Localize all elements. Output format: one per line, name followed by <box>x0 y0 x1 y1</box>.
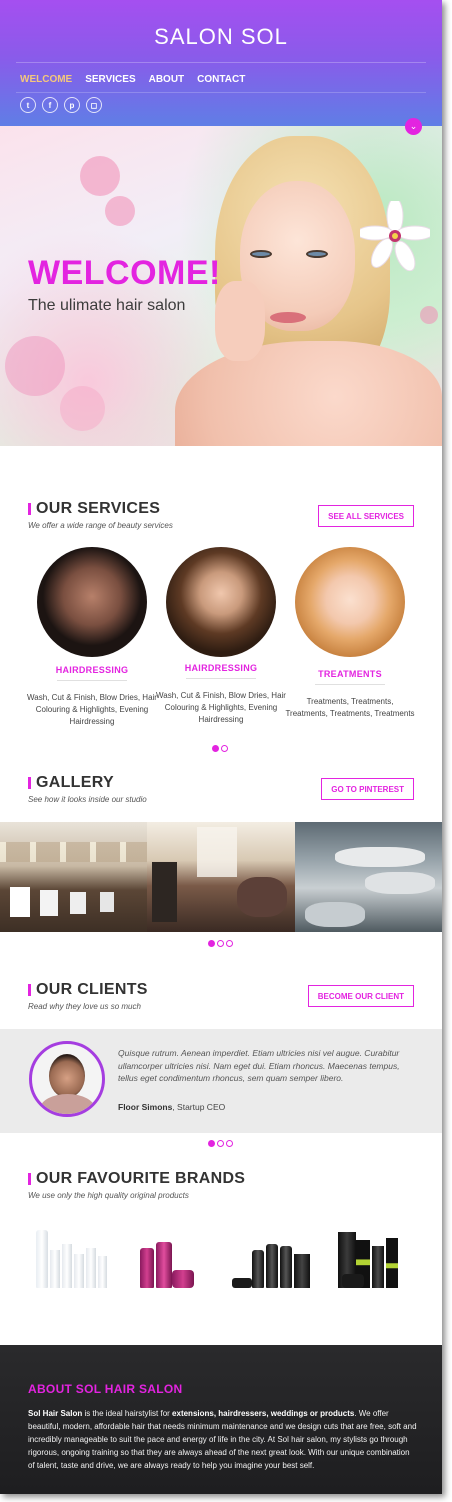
gallery-image[interactable] <box>0 822 148 932</box>
divider <box>57 680 127 681</box>
blossom-decoration <box>105 196 135 226</box>
social-links: t f p ◻ <box>20 97 102 113</box>
service-image <box>166 547 276 657</box>
hero-model-shoulder <box>175 341 442 446</box>
nav-contact[interactable]: CONTACT <box>197 74 245 85</box>
testimonial-author: Floor Simons, Startup CEO <box>118 1102 225 1112</box>
clients-heading: OUR CLIENTS Read why they love us so muc… <box>28 981 148 1011</box>
about-text: Sol Hair Salon is the ideal hairstylist … <box>28 1407 418 1472</box>
brands-heading: OUR FAVOURITE BRANDS We use only the hig… <box>28 1170 245 1200</box>
carousel-dot[interactable] <box>217 940 224 947</box>
go-to-pinterest-button[interactable]: GO TO PINTEREST <box>321 778 414 800</box>
service-card[interactable]: HAIRDRESSING Wash, Cut & Finish, Blow Dr… <box>27 547 157 728</box>
section-title: OUR SERVICES <box>28 500 173 518</box>
services-heading: OUR SERVICES We offer a wide range of be… <box>28 500 173 530</box>
nav-about[interactable]: ABOUT <box>149 74 185 85</box>
see-all-services-button[interactable]: SEE ALL SERVICES <box>318 505 414 527</box>
blossom-decoration <box>60 386 105 431</box>
service-description: Treatments, Treatments, Treatments, Trea… <box>285 697 415 718</box>
main-nav: WELCOME SERVICES ABOUT CONTACT <box>20 74 245 85</box>
lily-flower-icon <box>360 201 430 271</box>
hero-subtitle: The ulimate hair salon <box>28 297 186 314</box>
testimonial-card: Quisque rutrum. Aenean imperdiet. Etiam … <box>0 1029 442 1133</box>
service-description: Wash, Cut & Finish, Blow Dries, Hair Col… <box>156 691 286 724</box>
hero-banner: WELCOME! The ulimate hair salon <box>0 126 442 446</box>
blossom-decoration <box>80 156 120 196</box>
gallery-heading: GALLERY See how it looks inside our stud… <box>28 774 147 804</box>
carousel-dot[interactable] <box>212 745 219 752</box>
instagram-icon[interactable]: ◻ <box>86 97 102 113</box>
author-name: Floor Simons <box>118 1102 173 1112</box>
section-title: GALLERY <box>28 774 147 792</box>
gallery-image[interactable] <box>147 822 295 932</box>
site-header: SALON SOL WELCOME SERVICES ABOUT CONTACT… <box>0 0 442 126</box>
hero-model-eye <box>250 250 272 258</box>
hero-model-hand <box>215 281 265 361</box>
about-brand: Sol Hair Salon <box>28 1409 83 1418</box>
service-image <box>295 547 405 657</box>
hero-model-eye <box>306 250 328 258</box>
scroll-down-button[interactable]: ⌄ <box>405 118 422 135</box>
twitter-icon[interactable]: t <box>20 97 36 113</box>
section-subtitle: Read why they love us so much <box>28 1002 141 1011</box>
author-role: , Startup CEO <box>172 1102 226 1112</box>
about-text-part: . We offer beautiful, modern, affordable… <box>28 1409 417 1470</box>
blossom-decoration <box>5 336 65 396</box>
carousel-dot[interactable] <box>208 1140 215 1147</box>
nav-services[interactable]: SERVICES <box>85 74 135 85</box>
site-logo[interactable]: SALON SOL <box>0 24 442 50</box>
carousel-dot[interactable] <box>217 1140 224 1147</box>
section-title: OUR CLIENTS <box>28 981 148 999</box>
section-subtitle: See how it looks inside our studio <box>28 795 147 804</box>
carousel-dot[interactable] <box>208 940 215 947</box>
carousel-dot[interactable] <box>226 1140 233 1147</box>
gallery-carousel-dots <box>208 940 233 947</box>
service-name: TREATMENTS <box>318 669 382 679</box>
about-text-part: is the ideal hairstylist for <box>82 1409 173 1418</box>
blossom-decoration <box>420 306 438 324</box>
service-image <box>37 547 147 657</box>
section-title: OUR FAVOURITE BRANDS <box>28 1170 245 1188</box>
brand-products-row <box>20 1212 420 1288</box>
service-name: HAIRDRESSING <box>184 663 258 673</box>
testimonial-quote: Quisque rutrum. Aenean imperdiet. Etiam … <box>118 1048 400 1083</box>
pinterest-icon[interactable]: p <box>64 97 80 113</box>
service-card[interactable]: HAIRDRESSING Wash, Cut & Finish, Blow Dr… <box>156 547 286 726</box>
header-divider <box>16 62 426 63</box>
chevron-down-icon: ⌄ <box>409 121 418 131</box>
page: SALON SOL WELCOME SERVICES ABOUT CONTACT… <box>0 0 442 1494</box>
nav-welcome[interactable]: WELCOME <box>20 74 72 85</box>
gallery-strip <box>0 822 442 932</box>
divider <box>315 684 385 685</box>
avatar <box>29 1041 105 1117</box>
divider <box>186 678 256 679</box>
clients-carousel-dots <box>208 1140 233 1147</box>
about-highlight: extensions, hairdressers, weddings or pr… <box>172 1409 355 1418</box>
become-client-button[interactable]: BECOME OUR CLIENT <box>307 985 414 1007</box>
gallery-image[interactable] <box>294 822 442 932</box>
service-name: HAIRDRESSING <box>55 665 129 675</box>
carousel-dot[interactable] <box>226 940 233 947</box>
service-card[interactable]: TREATMENTS Treatments, Treatments, Treat… <box>285 547 415 720</box>
service-description: Wash, Cut & Finish, Blow Dries, Hair Col… <box>27 693 157 726</box>
facebook-icon[interactable]: f <box>42 97 58 113</box>
about-section: ABOUT SOL HAIR SALON Sol Hair Salon is t… <box>0 1345 442 1494</box>
services-carousel-dots <box>212 745 228 752</box>
hero-title: WELCOME! <box>28 254 221 292</box>
hero-model-lips <box>270 312 306 323</box>
about-title: ABOUT SOL HAIR SALON <box>28 1382 183 1396</box>
section-subtitle: We use only the high quality original pr… <box>28 1191 189 1200</box>
section-subtitle: We offer a wide range of beauty services <box>28 521 173 530</box>
header-divider <box>16 92 426 93</box>
carousel-dot[interactable] <box>221 745 228 752</box>
